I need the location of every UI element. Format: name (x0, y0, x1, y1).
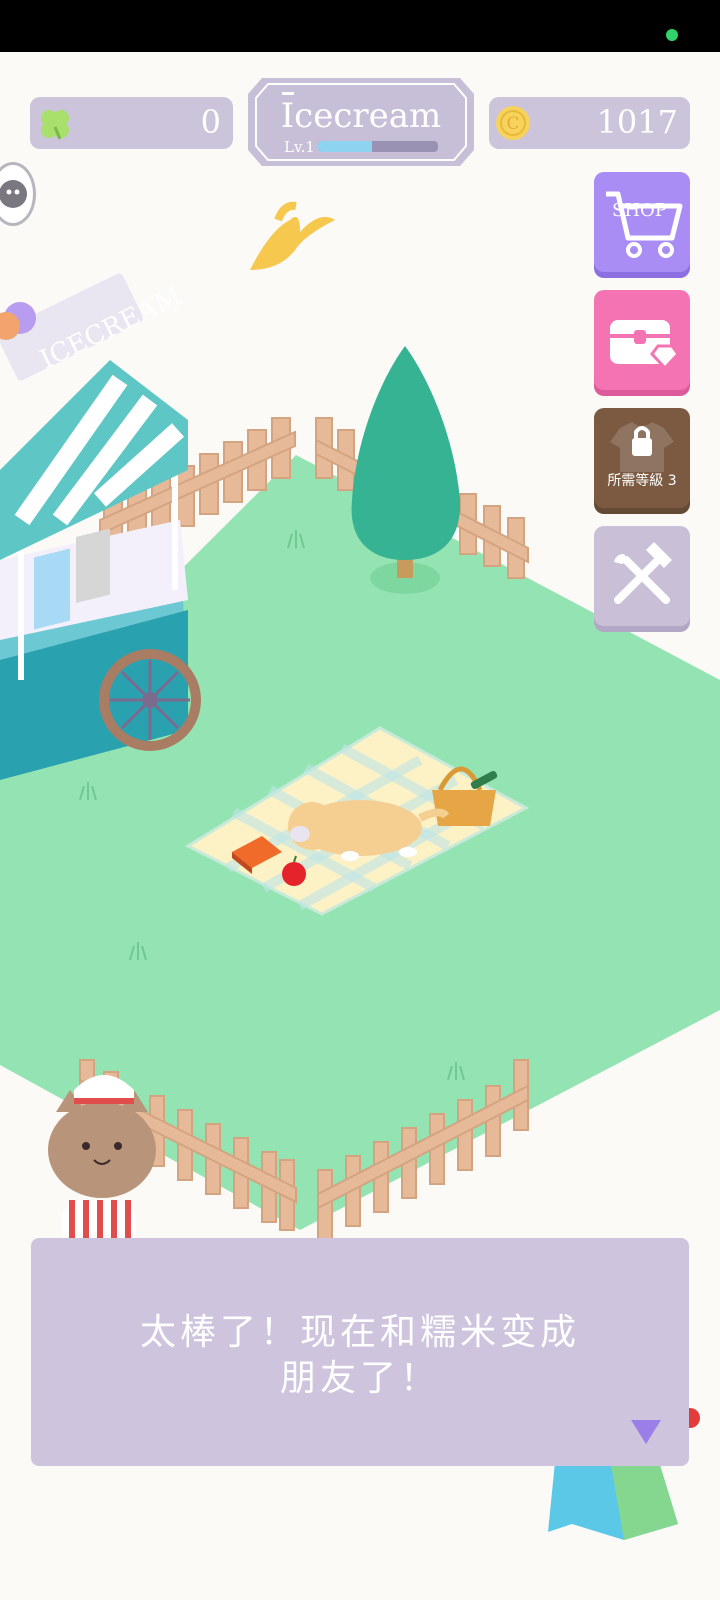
banana-peel (250, 201, 335, 270)
shop-label: SHOP (612, 200, 667, 221)
dialog-text: 太棒了！现在和糯米变成 朋友了！ (31, 1310, 689, 1402)
treasure-button[interactable] (594, 290, 690, 390)
title-dash (282, 92, 294, 95)
shopping-cart-icon (606, 191, 683, 258)
dialog-box[interactable]: 太棒了！现在和糯米变成 朋友了！ (31, 1238, 689, 1466)
level-label: Lv.1 (284, 138, 315, 156)
chat-bubble-icon[interactable] (0, 162, 36, 226)
coin-count: 1017 (596, 103, 678, 141)
dialog-line-2: 朋友了！ (279, 1358, 440, 1399)
cat-chef-character (48, 1075, 156, 1260)
coin-icon: C (496, 106, 530, 140)
shop-button[interactable]: SHOP (594, 172, 690, 272)
camera-indicator (666, 29, 678, 41)
coin-symbol: C (506, 114, 519, 134)
dialog-line-1: 太棒了！现在和糯米变成 (139, 1312, 580, 1353)
settings-tools-button[interactable] (594, 526, 690, 626)
hammer-wrench-icon (614, 542, 672, 604)
clover-count: 0 (200, 103, 221, 141)
level-progress-fill (318, 141, 372, 152)
dialog-next-arrow-icon[interactable] (631, 1420, 661, 1444)
locked-costume-button[interactable]: 所需等級 3 (594, 408, 690, 508)
required-level-label: 所需等級 3 (607, 473, 677, 489)
icecream-stall: ICECREAM (0, 273, 201, 780)
cart-wheel (99, 649, 201, 751)
shop-title-plate[interactable]: Icecream Lv.1 (248, 78, 474, 166)
treasure-chest-icon (610, 320, 680, 371)
status-bar (0, 0, 720, 52)
locked-shirt-icon (610, 422, 674, 472)
four-leaf-clover-icon (41, 110, 69, 140)
coin-counter: C 1017 (489, 97, 690, 149)
shop-title: Icecream (280, 96, 442, 136)
clover-counter: 0 (30, 97, 233, 149)
level-progress-bar (318, 141, 438, 152)
